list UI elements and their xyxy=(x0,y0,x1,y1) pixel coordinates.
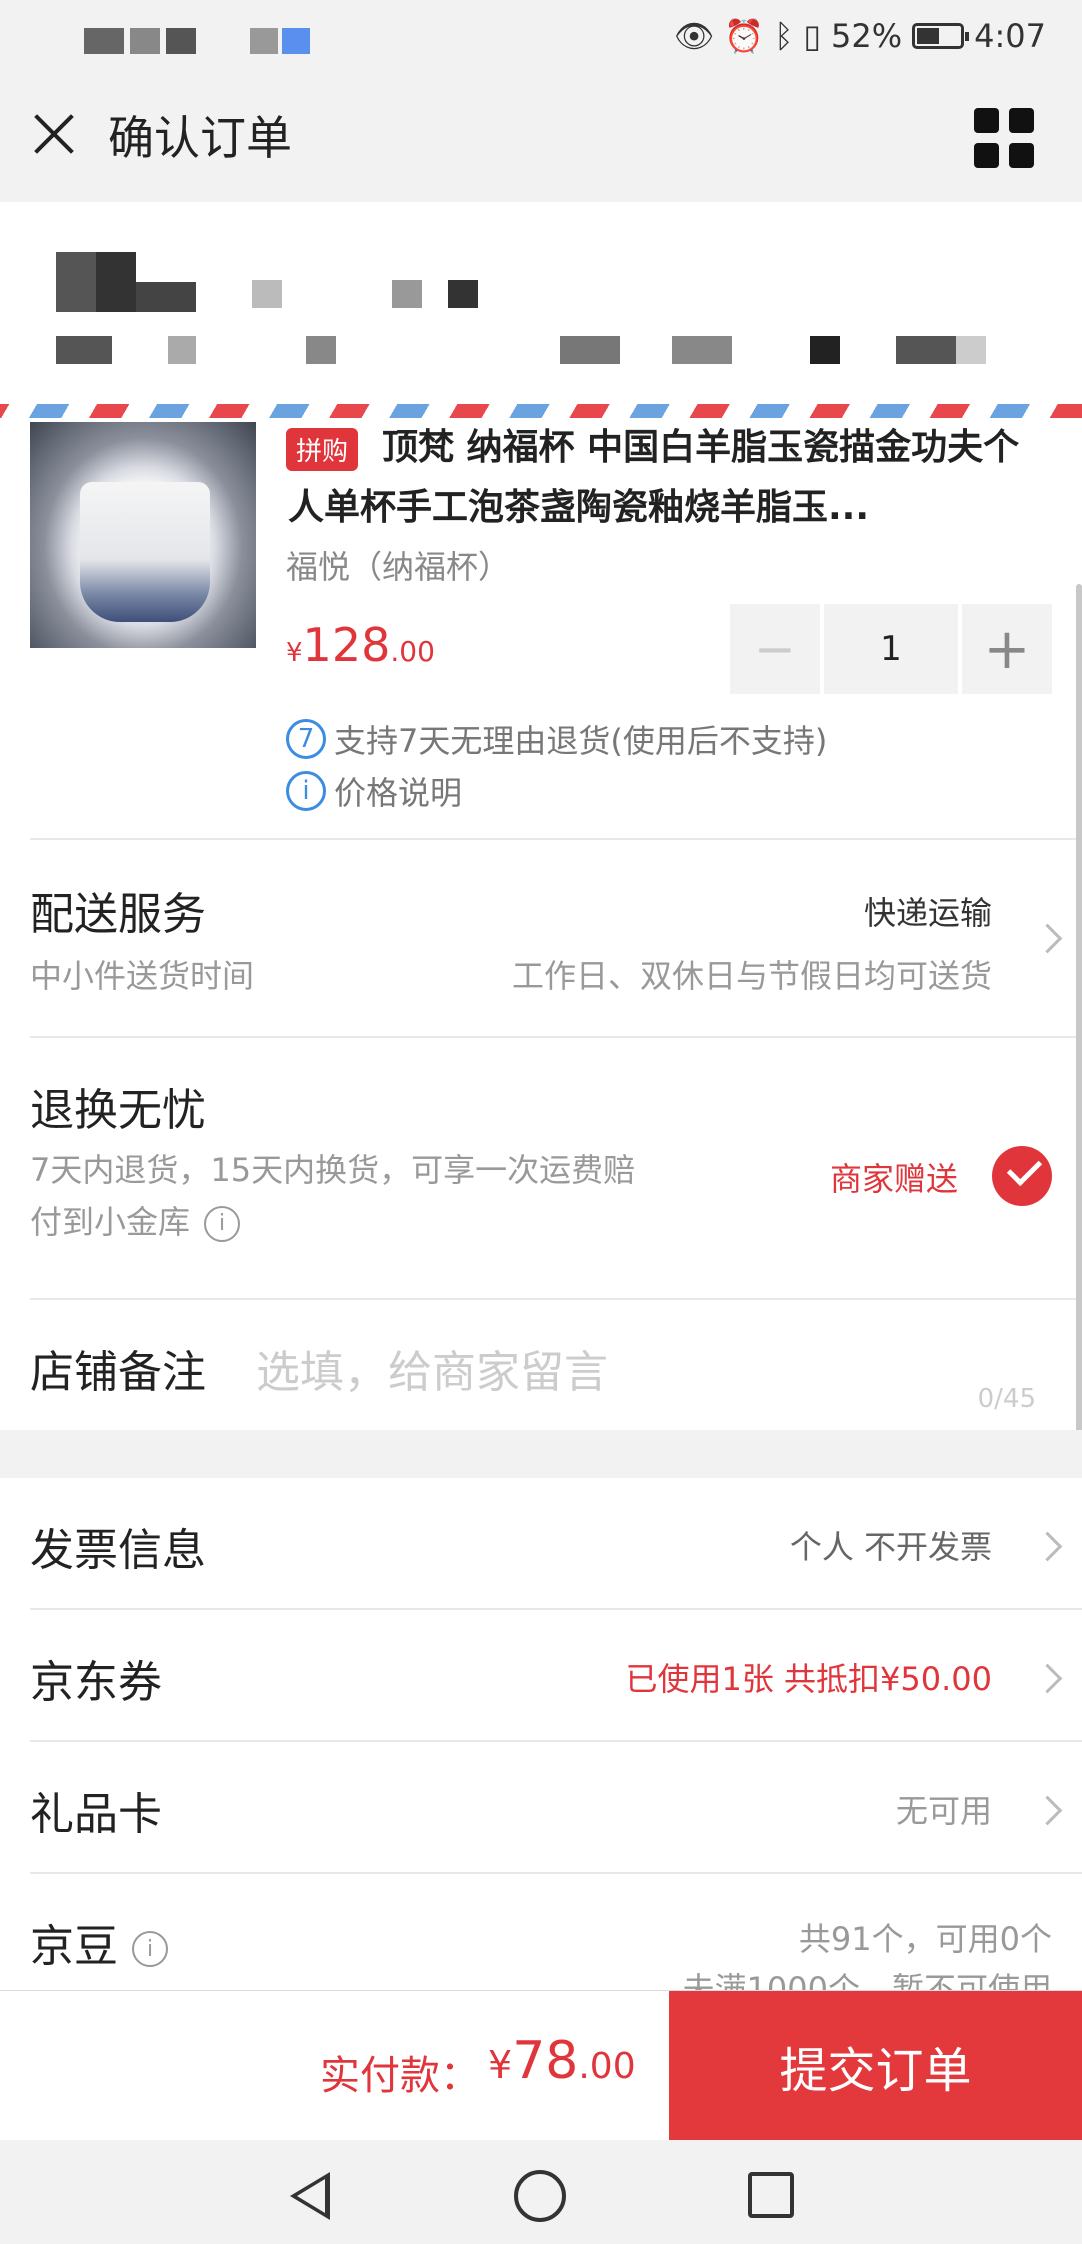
obscured-name xyxy=(56,252,96,312)
obscured-carrier xyxy=(282,28,310,54)
divider xyxy=(30,1608,1082,1610)
return-policy-note: 7 支持7天无理由退货(使用后不支持) xyxy=(286,716,827,762)
obscured-carrier xyxy=(84,28,124,54)
seven-day-icon: 7 xyxy=(286,719,326,759)
coupon-value: 已使用1张 共抵扣¥50.00 xyxy=(625,1660,992,1698)
gift-card-value: 无可用 xyxy=(895,1792,992,1830)
worry-free-title: 退换无忧 xyxy=(30,1085,206,1136)
quantity-stepper: − 1 + xyxy=(730,604,1052,694)
delivery-time-label: 中小件送货时间 xyxy=(30,957,255,995)
product-price: ¥128.00 xyxy=(286,618,435,672)
obscured-address xyxy=(810,336,840,364)
invoice-value: 个人 不开发票 xyxy=(789,1528,992,1566)
increase-button[interactable]: + xyxy=(962,604,1052,694)
checkout-bar: 实付款： ¥78.00 提交订单 xyxy=(0,1990,1082,2141)
order-content[interactable]: 顶梵 纳福杯 中国白羊脂玉瓷描金功夫个人单杯手工泡茶盏陶瓷釉烧羊脂玉... 拼购… xyxy=(0,418,1082,1430)
clock: 4:07 xyxy=(974,17,1046,55)
jingdou-value: 共91个，可用0个 xyxy=(798,1920,1052,1958)
obscured-carrier xyxy=(130,28,160,54)
remark-counter: 0/45 xyxy=(977,1384,1036,1414)
payment-section: 发票信息 个人 不开发票 京东券 已使用1张 共抵扣¥50.00 礼品卡 无可用… xyxy=(0,1478,1082,1990)
back-icon[interactable] xyxy=(290,2172,330,2220)
pay-label: 实付款： xyxy=(320,2053,480,2099)
pay-amount: ¥78.00 xyxy=(488,2031,636,2091)
section-gap xyxy=(0,1430,1082,1478)
obscured-name xyxy=(96,252,136,312)
product-title[interactable]: 顶梵 纳福杯 中国白羊脂玉瓷描金功夫个人单杯手工泡茶盏陶瓷釉烧羊脂玉... xyxy=(288,418,1048,538)
delivery-title: 配送服务 xyxy=(30,889,206,940)
divider xyxy=(30,1298,1082,1300)
vibrate-icon: ▯ xyxy=(803,17,822,55)
obscured-address xyxy=(168,336,196,364)
checked-icon[interactable] xyxy=(992,1146,1052,1206)
address-card[interactable] xyxy=(0,202,1082,412)
divider xyxy=(30,1036,1082,1038)
chevron-right-icon xyxy=(1032,1531,1063,1562)
chevron-right-icon xyxy=(1032,1663,1063,1694)
bluetooth-icon: ᛒ xyxy=(774,17,794,55)
obscured-address xyxy=(896,336,956,364)
delivery-value: 快递运输 xyxy=(863,894,992,932)
submit-order-button[interactable]: 提交订单 xyxy=(669,1991,1082,2141)
eye-icon: 👁 xyxy=(673,17,715,55)
recent-apps-icon[interactable] xyxy=(748,2172,794,2218)
alarm-icon: ⏰ xyxy=(724,17,765,55)
info-icon: i xyxy=(286,771,326,811)
price-note[interactable]: i 价格说明 xyxy=(286,768,462,814)
obscured-phone xyxy=(392,280,422,308)
home-icon[interactable] xyxy=(514,2170,566,2222)
system-nav-bar xyxy=(0,2140,1082,2244)
decrease-button[interactable]: − xyxy=(730,604,820,694)
info-icon[interactable]: i xyxy=(204,1206,241,1242)
worry-free-desc: 7天内退货，15天内换货，可享一次运费赔付到小金库 i xyxy=(30,1151,636,1242)
remark-title: 店铺备注 xyxy=(30,1347,206,1398)
quantity-value[interactable]: 1 xyxy=(824,604,958,694)
coupon-title: 京东券 xyxy=(30,1657,162,1708)
invoice-title: 发票信息 xyxy=(30,1525,206,1576)
obscured-address xyxy=(560,336,620,364)
divider xyxy=(30,1872,1082,1874)
teacup-picture xyxy=(80,482,210,622)
obscured-carrier xyxy=(250,28,278,54)
obscured-address xyxy=(672,336,732,364)
grid-icon[interactable] xyxy=(974,108,1034,168)
obscured-phone xyxy=(252,280,282,308)
close-icon[interactable] xyxy=(28,108,80,160)
delivery-time-value: 工作日、双休日与节假日均可送货 xyxy=(511,957,992,995)
gift-card-title: 礼品卡 xyxy=(30,1789,162,1840)
status-icons: 👁 ⏰ ᛒ ▯ 52% 4:07 xyxy=(674,14,1046,58)
status-bar: 👁 ⏰ ᛒ ▯ 52% 4:07 xyxy=(0,0,1082,72)
obscured-carrier xyxy=(166,28,196,54)
group-buy-tag: 拼购 xyxy=(286,428,359,471)
chevron-right-icon xyxy=(1032,923,1063,954)
page-title: 确认订单 xyxy=(108,111,292,165)
remark-input[interactable]: 选填，给商家留言 xyxy=(256,1336,608,1400)
obscured-address xyxy=(956,336,986,364)
obscured-name xyxy=(136,282,196,312)
divider xyxy=(30,1740,1082,1742)
obscured-phone xyxy=(448,280,478,308)
obscured-address xyxy=(56,336,112,364)
divider xyxy=(30,838,1082,840)
airmail-stripe xyxy=(0,404,1082,418)
battery-percent: 52% xyxy=(831,17,903,55)
jingdou-title: 京豆 i xyxy=(30,1910,168,1974)
obscured-address xyxy=(306,336,336,364)
product-image[interactable] xyxy=(30,422,256,648)
jingdou-sub-value: 未满1000个，暂不可使用 xyxy=(682,1970,1052,1990)
battery-icon xyxy=(912,23,970,49)
product-spec: 福悦（纳福杯） xyxy=(286,548,511,586)
chevron-right-icon xyxy=(1032,1795,1063,1826)
info-icon[interactable]: i xyxy=(132,1931,168,1967)
title-bar: 确认订单 xyxy=(0,72,1082,202)
merchant-gift-label: 商家赠送 xyxy=(829,1160,958,1198)
scrollbar[interactable] xyxy=(1076,584,1082,1430)
